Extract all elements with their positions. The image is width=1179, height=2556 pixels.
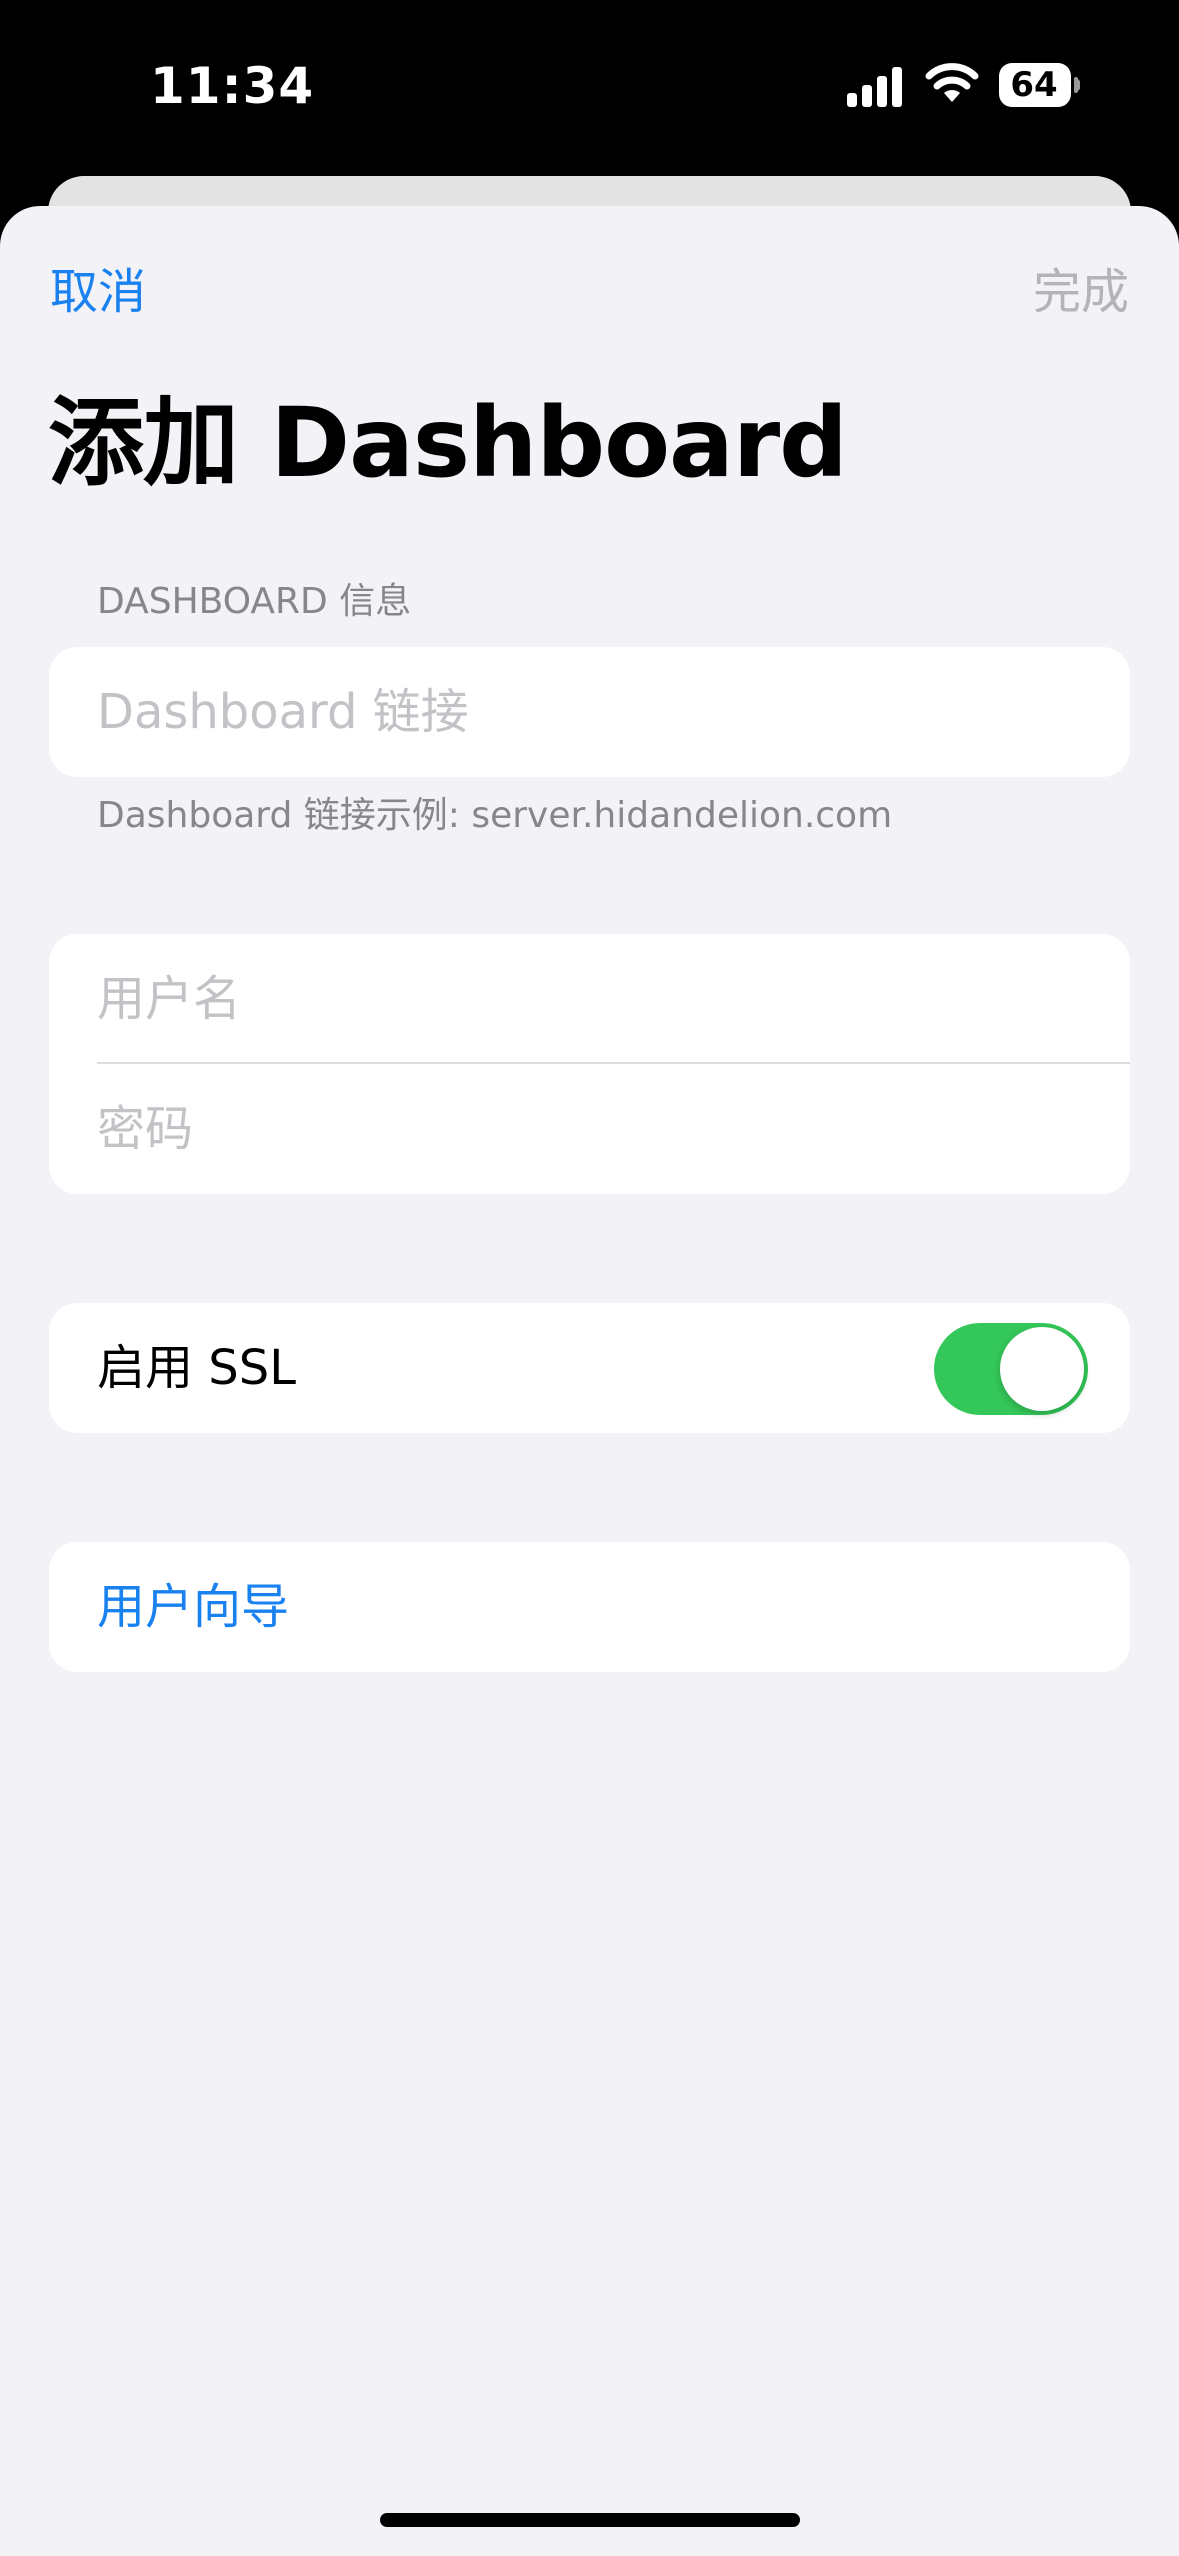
dashboard-url-input[interactable] <box>97 647 1097 777</box>
username-row <box>49 934 1130 1064</box>
guide-group: 用户向导 <box>49 1542 1130 1672</box>
wifi-icon <box>925 63 979 102</box>
user-guide-row[interactable]: 用户向导 <box>49 1542 1130 1672</box>
toggle-knob <box>1000 1327 1084 1411</box>
dashboard-url-group <box>49 647 1130 777</box>
page-title: 添加 Dashboard <box>48 387 848 499</box>
ssl-row: 启用 SSL <box>49 1303 1130 1433</box>
status-time: 11:34 <box>150 57 315 115</box>
dashboard-url-hint: Dashboard 链接示例: server.hidandelion.com <box>97 795 893 836</box>
status-bar: 11:34 64 <box>0 0 1179 170</box>
dashboard-section-header: DASHBOARD 信息 <box>97 581 412 622</box>
password-row <box>49 1064 1130 1194</box>
ssl-group: 启用 SSL <box>49 1303 1130 1433</box>
user-guide-link[interactable]: 用户向导 <box>97 1542 289 1672</box>
add-dashboard-sheet: 取消 完成 添加 Dashboard DASHBOARD 信息 Dashboar… <box>0 206 1179 2556</box>
ssl-label: 启用 SSL <box>97 1340 296 1396</box>
credentials-group <box>49 934 1130 1194</box>
signal-icon <box>847 67 902 107</box>
done-button[interactable]: 完成 <box>1033 262 1129 322</box>
home-indicator[interactable] <box>380 2513 800 2527</box>
cancel-button[interactable]: 取消 <box>50 262 146 322</box>
dashboard-url-row <box>49 647 1130 777</box>
screen: 11:34 64 取消 完成 添加 Dashboard DASHBOARD 信息 <box>0 0 1179 2556</box>
ssl-toggle[interactable] <box>934 1323 1088 1415</box>
username-input[interactable] <box>97 934 1097 1064</box>
password-input[interactable] <box>97 1064 1097 1194</box>
battery-level: 64 <box>1010 65 1058 105</box>
